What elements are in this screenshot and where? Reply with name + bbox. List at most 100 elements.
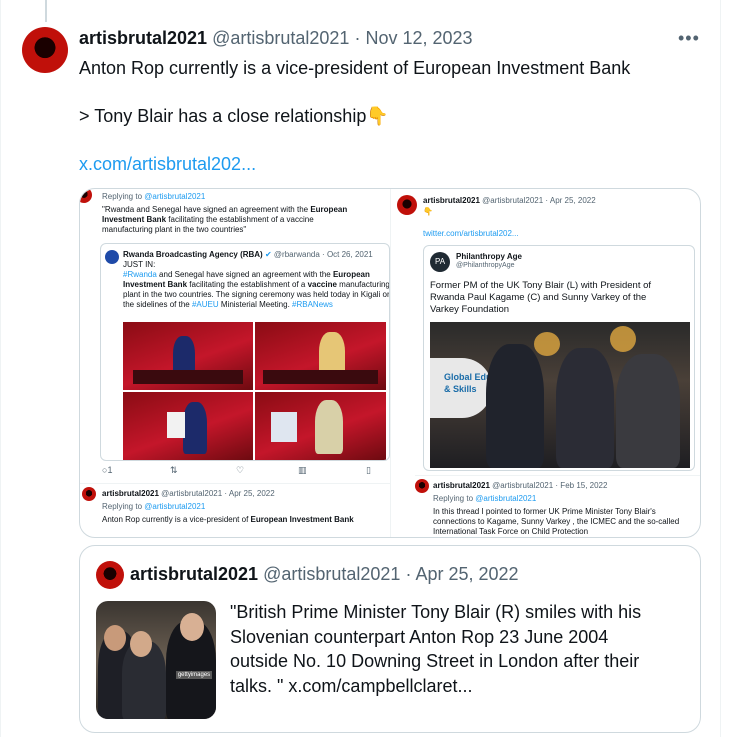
face-shape: [180, 613, 204, 641]
quoted-line-2: Slovenian counterpart Anton Rop 23 June …: [230, 626, 609, 647]
person-varkey: [616, 354, 680, 468]
avatar: [397, 195, 417, 215]
tweet-line-2-text: > Tony Blair has a close relationship: [79, 106, 367, 126]
person-figure: [315, 400, 343, 454]
right-tweet-header: artisbrutal2021 @artisbrutal2021 · Apr 2…: [423, 196, 596, 206]
right-bottom-line-1: In this thread I pointed to former UK Pr…: [433, 507, 656, 516]
quoted-link[interactable]: x.com/campbellclaret...: [288, 676, 472, 696]
banner-text-2: & Skills: [444, 384, 477, 394]
card-line-3: Varkey Foundation: [430, 304, 510, 315]
right-handle: @artisbrutal2021 · Apr 25, 2022: [482, 196, 596, 205]
bookmark-icon[interactable]: ▯: [366, 465, 371, 476]
document-shape: [167, 412, 185, 438]
reply-count: 1: [107, 465, 113, 475]
rba-handle: @rbarwanda · Oct 26, 2021: [273, 250, 373, 259]
right-bottom-name: artisbrutal2021: [433, 481, 490, 490]
quoted-bold-1: European: [310, 205, 348, 214]
replying-label: Replying to: [102, 192, 143, 201]
media-image-left[interactable]: Replying to @artisbrutal2021 "Rwanda and…: [80, 189, 390, 537]
quoted-tweet[interactable]: artisbrutal2021 @artisbrutal2021 · Apr 2…: [79, 545, 701, 733]
face-shape: [130, 631, 152, 657]
separator-dot: ·: [354, 28, 361, 48]
signing-photo-3: [123, 392, 253, 460]
blair-kagame-varkey-photo: Global Educat & Skills: [430, 322, 690, 468]
author-name[interactable]: artisbrutal2021: [79, 28, 207, 48]
rba-line-3: facilitating the establishment of a: [189, 280, 306, 289]
quoted-author-name: artisbrutal2021: [130, 564, 259, 584]
right-name: artisbrutal2021: [423, 196, 480, 205]
right-bottom-text: In this thread I pointed to former UK Pr…: [433, 507, 700, 537]
rba-line-1: JUST IN:: [123, 260, 156, 269]
rba-text: JUST IN: #Rwanda and Senegal have signed…: [123, 260, 390, 310]
rba-line-3b: manufacturing: [339, 280, 390, 289]
thread-connector-line: [45, 0, 47, 22]
right-bottom-replying: Replying to @artisbrutal2021: [433, 494, 536, 504]
verified-badge-icon: ✔: [264, 250, 272, 259]
right-bottom-replying-label: Replying to: [433, 494, 474, 503]
tweet-line-1: Anton Rop currently is a vice-president …: [79, 58, 631, 78]
tweet-header: artisbrutal2021 @artisbrutal2021 · Nov 1…: [79, 28, 473, 49]
quoted-line-4-text: talks. ": [230, 675, 284, 696]
quoted-avatar[interactable]: [96, 561, 124, 589]
bottom-name: artisbrutal2021: [102, 489, 159, 498]
reply-icon[interactable]: ○ 1: [102, 465, 112, 475]
bottom-bold: European Investment Bank: [250, 515, 354, 524]
hashtag-rwanda: #Rwanda: [123, 270, 157, 279]
tweet-link-text[interactable]: x.com/artisbrutal202...: [79, 154, 256, 174]
bottom-tweet-text: Anton Rop currently is a vice-president …: [102, 515, 354, 525]
like-icon[interactable]: ♡: [236, 465, 244, 476]
right-bottom-line-3: International Task Force on Child Protec…: [433, 527, 589, 536]
quoted-line-3: outside No. 10 Downing Street in London …: [230, 651, 640, 671]
quoted-photo-blair-rop[interactable]: gettyimages: [96, 601, 216, 719]
person-blair: [486, 344, 544, 468]
rba-header: Rwanda Broadcasting Agency (RBA) ✔ @rbar…: [123, 250, 373, 260]
quoted-author-handle: @artisbrutal2021: [263, 564, 401, 584]
quoted-date: Apr 25, 2022: [415, 564, 519, 584]
media-grid[interactable]: Replying to @artisbrutal2021 "Rwanda and…: [79, 188, 701, 538]
tweet-link[interactable]: x.com/artisbrutal202...: [79, 152, 699, 176]
rba-bold-2: Investment Bank: [123, 280, 188, 289]
signing-photo-1: [123, 322, 253, 390]
separator-dot: ·: [405, 564, 412, 584]
quoted-text: "Rwanda and Senegal have signed an agree…: [102, 205, 387, 235]
quoted-line-4: talks. " x.com/campbellclaret...: [230, 674, 670, 699]
quoted-line-1: "British Prime Minister Tony Blair (R) s…: [230, 602, 642, 622]
more-options-icon[interactable]: •••: [678, 28, 700, 49]
rba-line-4: plant in the two countries. The signing …: [123, 290, 390, 299]
bottom-text: Anton Rop currently is a vice-president …: [102, 515, 249, 524]
chandelier-light: [534, 332, 560, 356]
analytics-icon[interactable]: ▥: [298, 465, 307, 476]
table-shape: [133, 370, 243, 384]
retweet-icon[interactable]: ⇅: [170, 465, 178, 476]
rba-embedded-tweet: Rwanda Broadcasting Agency (RBA) ✔ @rbar…: [100, 243, 390, 461]
rba-line-2: and Senegal have signed an agreement wit…: [159, 270, 331, 279]
document-shape: [271, 412, 297, 442]
face-shape: [104, 625, 126, 651]
tweet-actions-bar: ○ 1 ⇅ ♡ ▥ ▯: [100, 465, 390, 479]
hashtag-rbanews: #RBANews: [292, 300, 333, 309]
avatar: [415, 479, 429, 493]
quoted-bold-2: Investment Bank: [102, 215, 167, 224]
tweet-line-2: > Tony Blair has a close relationship👇: [79, 104, 699, 128]
chandelier-light: [610, 326, 636, 352]
rba-name: Rwanda Broadcasting Agency (RBA): [123, 250, 263, 259]
rba-bold-3: vaccine: [307, 280, 337, 289]
rba-line-5b: Ministerial Meeting.: [220, 300, 290, 309]
bottom-replying: Replying to @artisbrutal2021: [102, 502, 205, 512]
rba-bold-1: European: [332, 270, 370, 279]
right-bottom-line-2: connections to Kagame, Sunny Varkey , th…: [433, 517, 680, 526]
signing-photo-2: [255, 322, 386, 390]
philanthropy-age-card: PA Philanthropy Age @PhilanthropyAge For…: [423, 245, 695, 471]
media-image-right[interactable]: artisbrutal2021 @artisbrutal2021 · Apr 2…: [393, 189, 700, 537]
signing-photo-4: [255, 392, 386, 460]
rba-logo-icon: [105, 250, 119, 264]
avatar[interactable]: [22, 27, 68, 73]
timeline-border-right: [720, 0, 721, 737]
author-handle[interactable]: @artisbrutal2021: [212, 28, 349, 48]
tweet-date[interactable]: Nov 12, 2023: [365, 28, 472, 48]
bottom-tweet-header: artisbrutal2021 @artisbrutal2021 · Apr 2…: [102, 489, 275, 499]
bottom-replying-label: Replying to: [102, 502, 143, 511]
bottom-handle: @artisbrutal2021 · Apr 25, 2022: [161, 489, 275, 498]
